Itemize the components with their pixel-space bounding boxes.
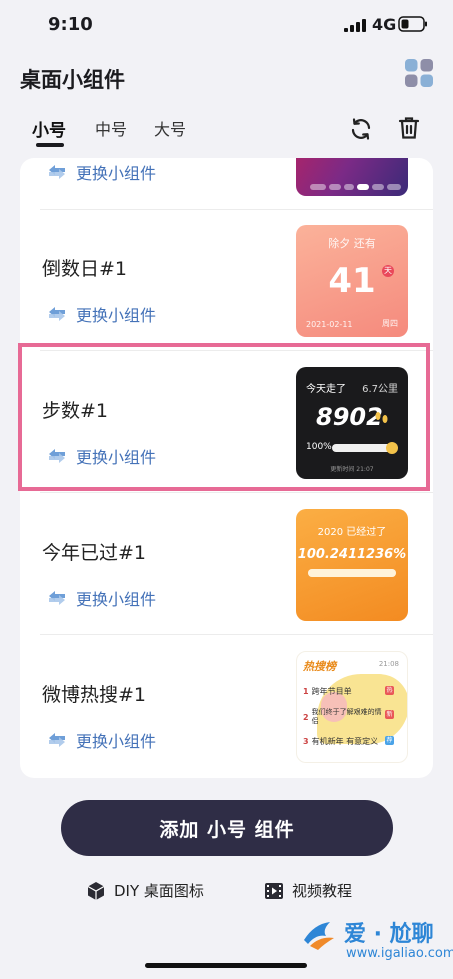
swap-widget-button[interactable]: 更换小组件 [46,728,156,752]
hot-item: 3 有机新年 有意定义 [303,736,378,747]
preview-title: 2020 已经过了 [317,527,387,538]
video-tutorial-link[interactable]: 视频教程 [264,880,352,901]
tab-active-indicator [36,143,64,147]
watermark: 爱 · 尬聊 www.igaliao.com [300,912,453,972]
watermark-url: www.igaliao.com [346,946,453,961]
preview-value: 100.2411236% [297,547,407,562]
swap-icon [49,307,65,321]
preview-weekday: 周四 [382,319,398,328]
preview-date: 2021-02-11 [306,320,353,329]
hot-item: 1 跨年节目单 [303,686,352,697]
hot-rank: 3 [303,737,309,746]
hot-text: 跨年节目单 [311,687,352,696]
preview-title: 除夕 还有 [328,237,376,250]
tab-medium[interactable]: 中号 [95,116,127,140]
hot-rank: 2 [303,712,309,722]
page-title: 桌面小组件 [20,68,125,92]
video-icon [265,882,283,899]
status-time: 9:10 [48,14,93,35]
hot-text: 我们终于了解艰难的情侣 [311,708,382,725]
diy-icons-link[interactable]: DIY 桌面图标 [86,880,204,901]
widget-row-partial: 更换小组件 [20,158,433,208]
diy-link-label: DIY 桌面图标 [114,882,204,900]
preview-title: 热搜榜 [303,660,336,673]
bird-logo-icon [304,922,334,950]
divider [40,634,433,635]
widget-preview-weibo: 热搜榜 21:08 1 跨年节目单 热 2 我们终于了解艰难的情侣 新 3 有机新年 … [296,651,408,763]
home-indicator[interactable] [145,963,307,968]
year-progress-fill [308,569,396,577]
tab-small[interactable]: 小号 [32,116,66,141]
highlight-frame [18,343,430,491]
hot-text: 有机新年 有意定义 [311,737,379,746]
add-widget-button[interactable]: 添加 小号 组件 [61,800,393,856]
widget-preview-countdown: 除夕 还有 41 天 2021-02-11 周四 [296,225,408,337]
hot-badge: 荐 [385,736,394,745]
swap-widget-button[interactable]: 更换小组件 [46,302,156,326]
battery-icon [398,16,427,32]
refresh-icon[interactable] [349,117,373,141]
network-type: 4G [372,15,397,34]
divider [40,492,433,493]
preview-time: 21:08 [378,660,399,668]
hot-badge: 新 [385,710,394,719]
swap-icon [49,165,65,179]
hot-item: 2 我们终于了解艰难的情侣 [303,708,383,726]
hot-rank: 1 [303,687,309,696]
status-bar: 9:10 4G [0,0,453,50]
preview-tag: 天 [382,265,394,277]
swap-widget-button[interactable]: 更换小组件 [46,586,156,610]
widget-name: 今年已过#1 [42,542,147,564]
video-link-label: 视频教程 [292,882,353,900]
hot-badge: 热 [385,686,394,695]
widget-preview-partial [296,158,408,196]
widget-preview-year: 2020 已经过了 100.2411236% [296,509,408,621]
cube-icon [87,881,105,900]
tab-large[interactable]: 大号 [154,116,186,140]
widget-row-countdown[interactable]: 倒数日#1 更换小组件 除夕 还有 41 天 2021-02-11 周四 [20,210,433,350]
watermark-brand: 爱 · 尬聊 [344,922,434,947]
widget-row-year[interactable]: 今年已过#1 更换小组件 2020 已经过了 100.2411236% [20,494,433,634]
widget-name: 倒数日#1 [42,258,128,280]
widget-name: 微博热搜#1 [42,684,147,706]
year-progress-bar [308,569,396,577]
swap-icon [49,733,65,747]
widget-row-weibo[interactable]: 微博热搜#1 更换小组件 热搜榜 21:08 1 跨年节目单 热 2 我们终于了解艰… [20,636,433,776]
signal-icon [344,19,366,32]
widgets-grid-icon[interactable] [404,58,434,88]
swap-icon [49,591,65,605]
trash-icon[interactable] [398,116,420,140]
swap-widget-button[interactable]: 更换小组件 [46,160,156,184]
